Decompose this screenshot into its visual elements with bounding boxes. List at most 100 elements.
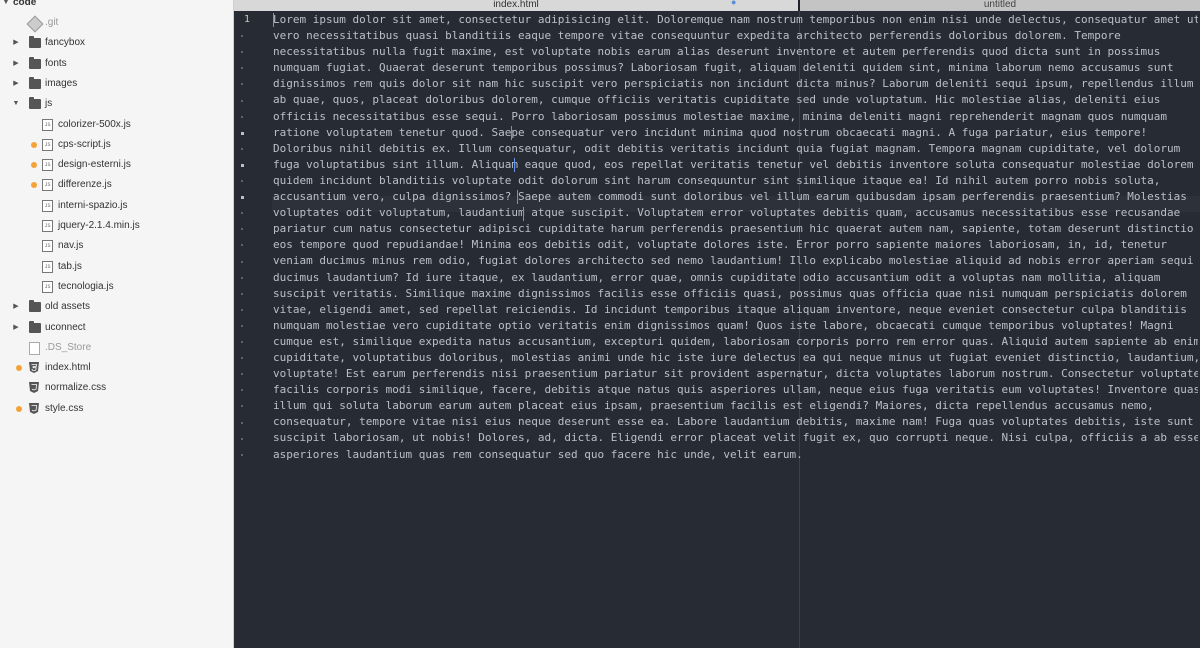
code-line: accusantium vero, culpa dignissimos? Sae… bbox=[273, 190, 1187, 204]
tree-item[interactable]: normalize.css bbox=[0, 378, 233, 398]
tree-item[interactable]: index.html bbox=[0, 358, 233, 378]
tree-item-label: style.css bbox=[45, 402, 84, 414]
wrap-marker bbox=[241, 196, 244, 200]
modified-dot-icon bbox=[31, 162, 37, 169]
chevron-right-icon[interactable]: ▶ bbox=[12, 33, 20, 53]
tree-item[interactable]: JS differenze.js bbox=[0, 175, 233, 195]
editor-text[interactable]: Lorem ipsum dolor sit amet, consectetur … bbox=[273, 12, 1198, 463]
modified-dot-icon bbox=[31, 141, 37, 148]
tree-item-label: tecnologia.js bbox=[58, 280, 114, 292]
code-line: officiis necessitatibus esse sequi. Porr… bbox=[273, 109, 1168, 123]
tree-item[interactable]: JS tab.js bbox=[0, 257, 233, 277]
text-cursor bbox=[511, 126, 512, 140]
tree-item[interactable]: style.css bbox=[0, 399, 233, 419]
folder-icon bbox=[29, 76, 41, 89]
tree-item-label: design-esterni.js bbox=[58, 159, 131, 171]
tree-item[interactable]: .DS_Store bbox=[0, 338, 233, 358]
js-file-icon: JS bbox=[42, 280, 53, 293]
chevron-down-icon[interactable]: ▼ bbox=[2, 0, 10, 13]
wrap-marker bbox=[241, 163, 244, 167]
chevron-right-icon[interactable]: ▶ bbox=[12, 297, 20, 317]
wrap-marker bbox=[241, 389, 243, 392]
chevron-down-icon[interactable]: ▼ bbox=[12, 94, 20, 114]
tab-index-html[interactable]: index.html bbox=[234, 0, 798, 11]
tab-label: untitled bbox=[983, 0, 1017, 10]
git-icon bbox=[26, 15, 44, 33]
line-number-gutter: 1 bbox=[234, 11, 270, 648]
code-line: Doloribus nihil debitis ex. Illum conseq… bbox=[273, 141, 1181, 155]
wrap-marker bbox=[241, 180, 243, 182]
js-file-icon: JS bbox=[42, 220, 53, 232]
tab-label: index.html bbox=[493, 0, 539, 10]
tree-item-label: old assets bbox=[45, 301, 91, 313]
chevron-right-icon[interactable]: ▶ bbox=[12, 74, 20, 94]
wrap-marker bbox=[241, 51, 243, 54]
wrap-marker bbox=[241, 405, 243, 408]
wrap-marker bbox=[241, 244, 243, 247]
file-icon bbox=[29, 341, 40, 355]
tree-item-label: colorizer-500x.js bbox=[58, 118, 131, 130]
tree-item-label: fonts bbox=[45, 57, 67, 69]
tree-item-label: nav.js bbox=[58, 240, 84, 252]
tab-untitled[interactable]: untitled bbox=[800, 0, 1200, 11]
tree-item[interactable]: JS design-esterni.js bbox=[0, 155, 233, 175]
tree-item[interactable]: ▶ images bbox=[0, 74, 233, 94]
tree-root[interactable]: ▼ code bbox=[0, 0, 233, 13]
tree-item-label: fancybox bbox=[45, 37, 86, 49]
code-line: numquam fugiat. Quaerat deserunt tempori… bbox=[273, 61, 1174, 75]
tree-item-label: images bbox=[45, 77, 78, 89]
tree-item[interactable]: ▼ js bbox=[0, 94, 233, 114]
code-line: suscipit veritatis. Similique maxime dig… bbox=[273, 286, 1187, 300]
wrap-marker bbox=[241, 453, 243, 456]
code-line: ratione voluptatem tenetur quod. Saepe c… bbox=[273, 125, 1148, 139]
tree-item-label: cps-script.js bbox=[58, 138, 111, 150]
tree-item-label: .DS_Store bbox=[45, 341, 92, 353]
tree-item-label: interni-spazio.js bbox=[58, 199, 128, 211]
tree-item[interactable]: JS jquery-2.1.4.min.js bbox=[0, 216, 233, 236]
tree-item[interactable]: JS nav.js bbox=[0, 236, 233, 256]
tree-item[interactable]: JS interni-spazio.js bbox=[0, 196, 233, 216]
folder-icon bbox=[29, 56, 41, 69]
js-file-icon: JS bbox=[42, 179, 53, 192]
code-line: pariatur cum natus consectetur adipisci … bbox=[273, 222, 1194, 236]
folder-icon bbox=[29, 320, 41, 333]
code-line: asperiores laudantium quas rem consequat… bbox=[273, 447, 803, 461]
tree-item-label: index.html bbox=[45, 362, 91, 374]
js-file-icon: JS bbox=[42, 159, 53, 172]
code-line: veniam ducimus minus rem odio, fugiat do… bbox=[273, 254, 1194, 268]
tree-item[interactable]: JS colorizer-500x.js bbox=[0, 115, 233, 135]
code-line: voluptate! Est earum perferendis nisi pr… bbox=[273, 367, 1198, 381]
code-line: numquam molestiae vero cupiditate optio … bbox=[273, 318, 1174, 332]
code-line: ducimus laudantium? Id iure itaque, ex l… bbox=[273, 270, 1161, 284]
modified-dot-icon bbox=[16, 405, 22, 412]
tree-item[interactable]: .git bbox=[0, 13, 233, 33]
tree-root-label: code bbox=[13, 0, 37, 8]
tree-item[interactable]: ▶ uconnect bbox=[0, 318, 233, 338]
tree-item[interactable]: JS cps-script.js bbox=[0, 135, 233, 155]
code-line: quidem incidunt blanditiis voluptate odi… bbox=[273, 173, 1161, 187]
wrap-marker bbox=[241, 35, 243, 38]
tab-bar: index.html untitled ● bbox=[234, 0, 1200, 11]
wrap-marker bbox=[241, 212, 243, 215]
chevron-right-icon[interactable]: ▶ bbox=[12, 318, 20, 338]
code-line: consequatur, tempore vitae nisi eius neq… bbox=[273, 415, 1194, 429]
folder-icon bbox=[29, 36, 41, 49]
tree-item[interactable]: ▶ fonts bbox=[0, 54, 233, 74]
text-cursor bbox=[517, 190, 518, 204]
code-line: eos tempore quod repudiandae! Minima eos… bbox=[273, 238, 1168, 252]
wrap-marker bbox=[241, 131, 244, 135]
tree-item[interactable]: JS tecnologia.js bbox=[0, 277, 233, 297]
wrap-marker bbox=[241, 67, 243, 70]
code-editor[interactable]: 1 Lorem ipsum dolor sit amet, consectetu… bbox=[234, 11, 1200, 648]
code-line: ab quae, quos, placeat doloribus dolorem… bbox=[273, 93, 1161, 107]
html-file-icon bbox=[29, 362, 39, 374]
chevron-right-icon[interactable]: ▶ bbox=[12, 54, 20, 74]
tree-item[interactable]: ▶ old assets bbox=[0, 297, 233, 317]
code-line: dignissimos rem quis dolor sit nam hic s… bbox=[273, 77, 1194, 91]
tree-item[interactable]: ▶ fancybox bbox=[0, 33, 233, 53]
wrap-marker bbox=[241, 276, 243, 279]
wrap-marker bbox=[241, 99, 243, 102]
modified-dot-icon bbox=[16, 365, 22, 372]
wrap-marker bbox=[241, 83, 243, 86]
css-file-icon bbox=[29, 402, 39, 414]
